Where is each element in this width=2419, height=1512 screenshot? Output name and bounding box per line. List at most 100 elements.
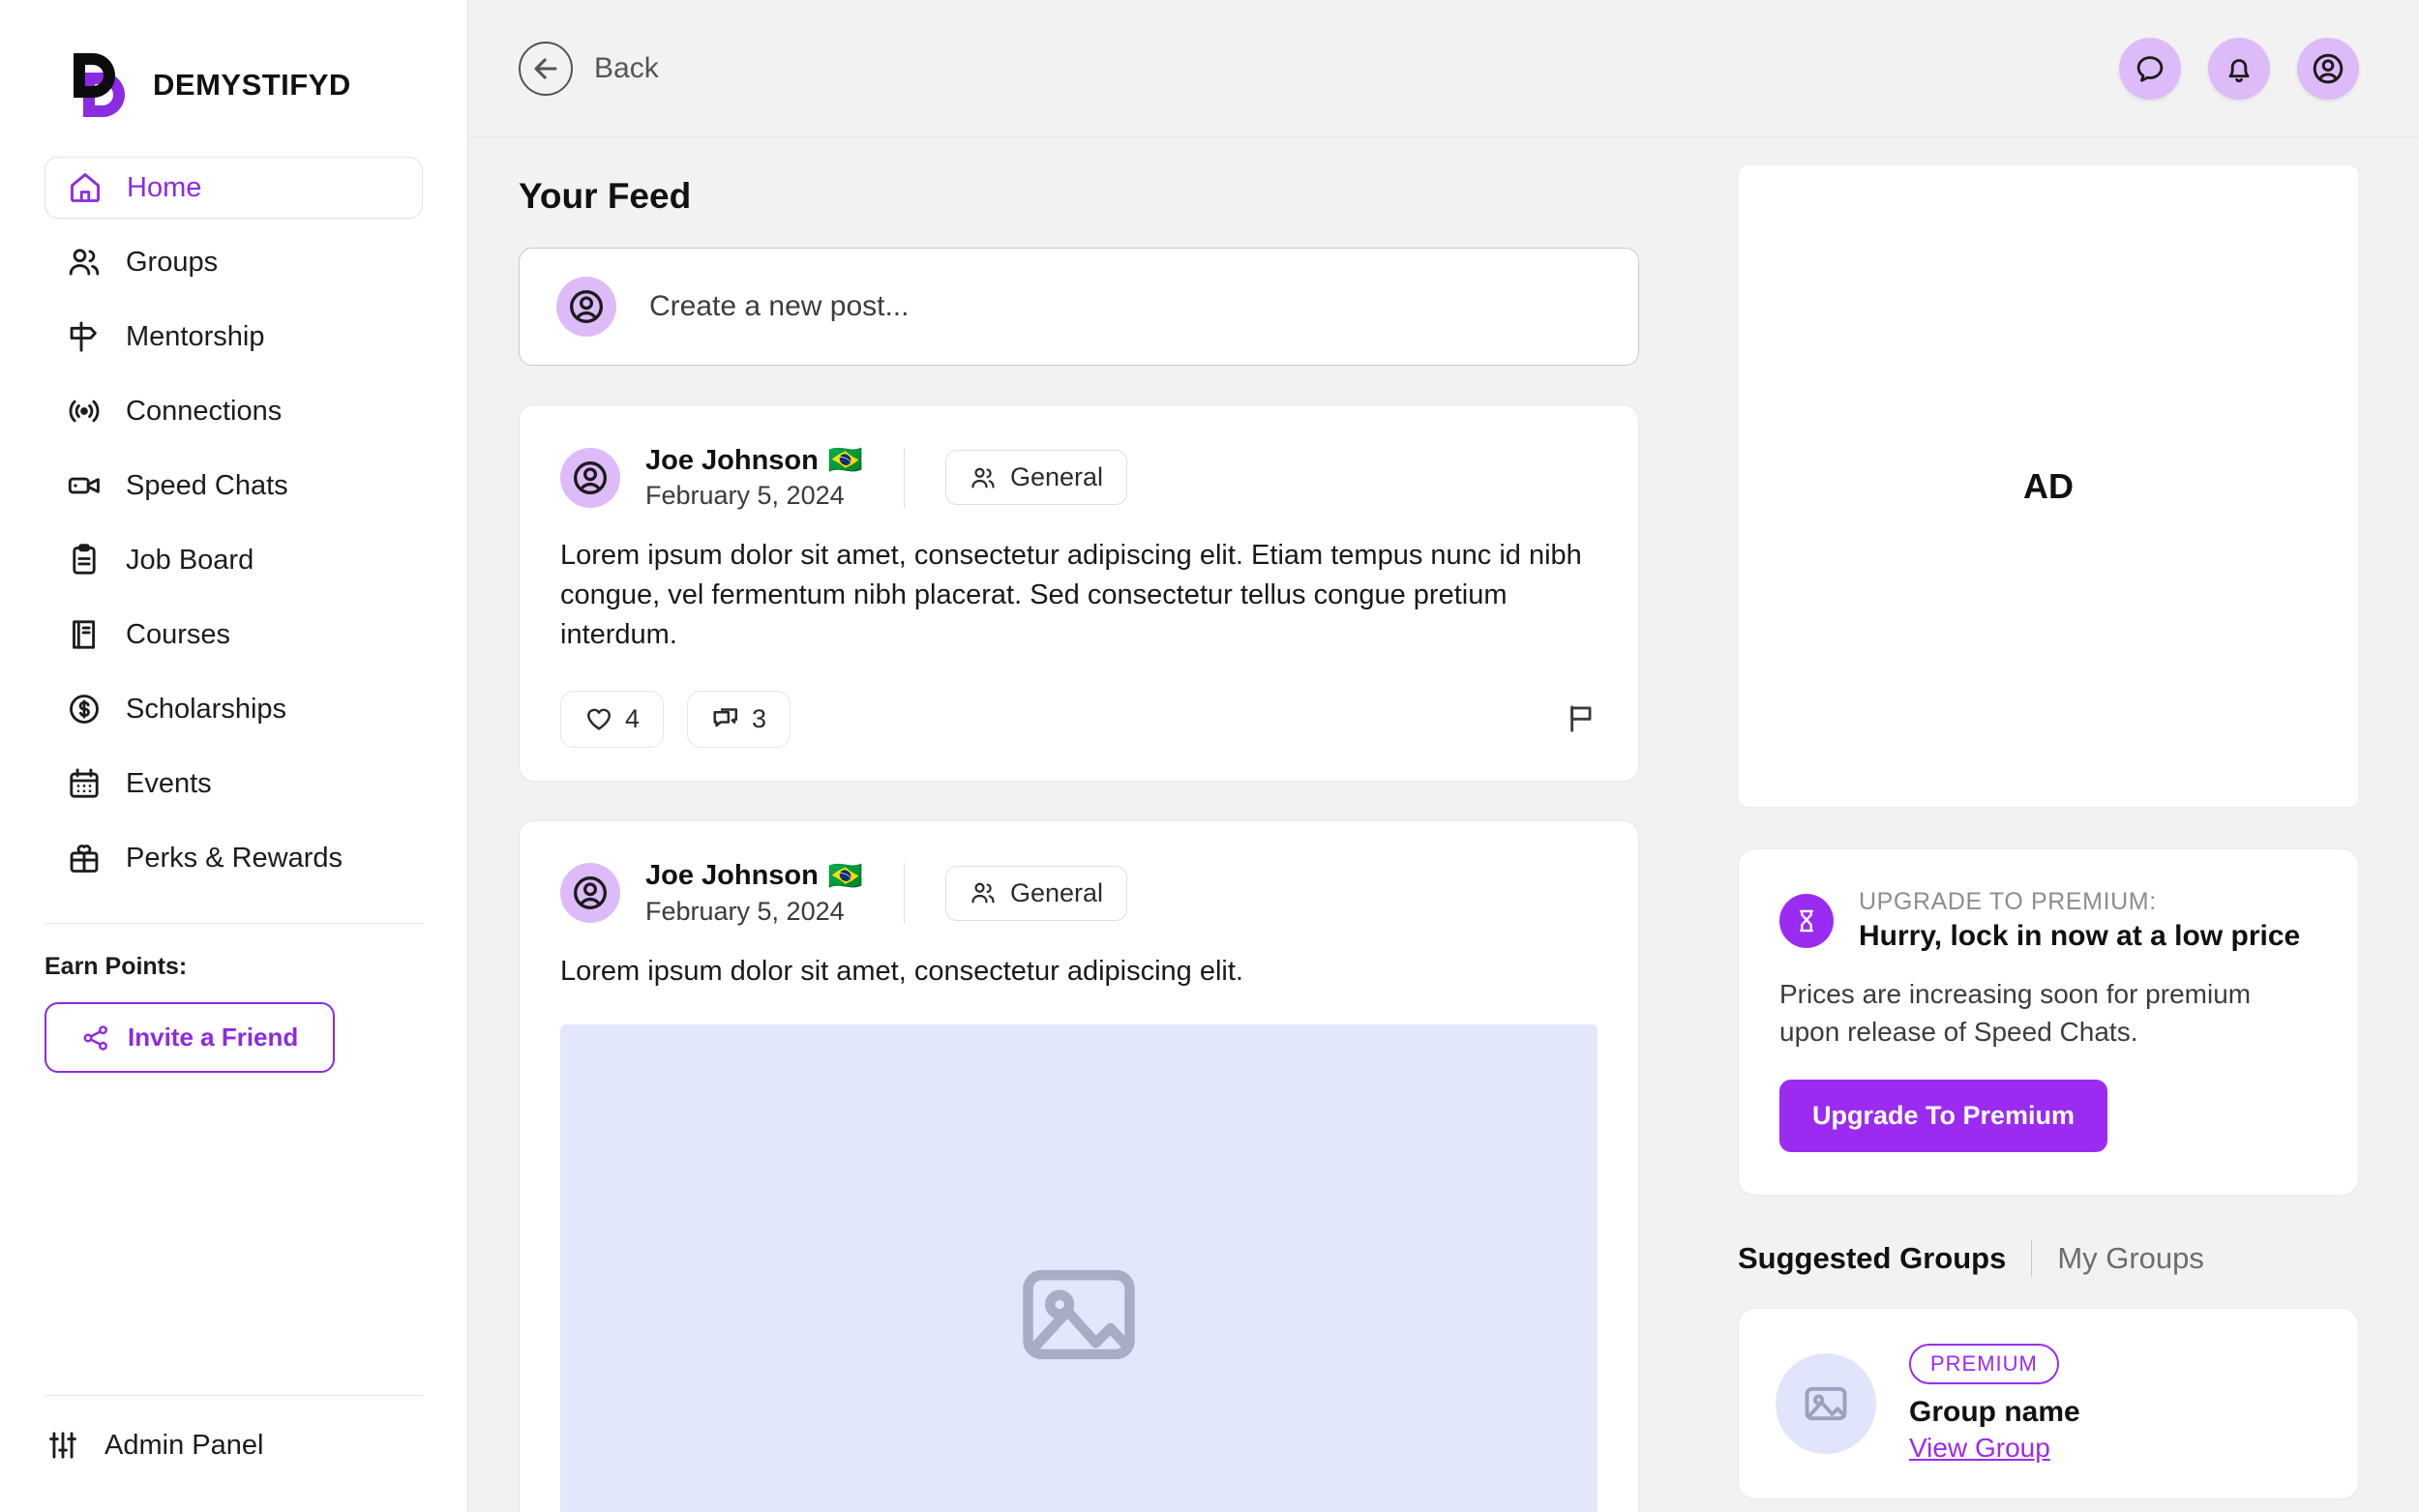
users-icon xyxy=(970,464,997,491)
post-author: Joe Johnson 🇧🇷 xyxy=(645,860,863,893)
post-category-label: General xyxy=(1009,877,1104,907)
post-header: Joe Johnson 🇧🇷 February 5, 2024 General xyxy=(560,860,1598,927)
sliders-icon xyxy=(46,1429,79,1462)
back-button[interactable]: Back xyxy=(519,41,659,96)
sidebar-item-events[interactable]: Events xyxy=(45,753,423,815)
sidebar-item-scholarships[interactable]: Scholarships xyxy=(45,678,423,740)
earn-points-section: Earn Points: Invite a Friend xyxy=(0,924,467,1073)
flag-icon xyxy=(1565,702,1598,735)
post-image[interactable] xyxy=(560,1023,1598,1512)
avatar xyxy=(560,447,620,508)
post-header: Joe Johnson 🇧🇷 February 5, 2024 General xyxy=(560,444,1598,511)
sidebar-item-label: Job Board xyxy=(126,544,254,576)
post-author-name: Joe Johnson xyxy=(645,860,819,892)
chat-bubble-icon xyxy=(2134,52,2166,85)
tab-my-groups[interactable]: My Groups xyxy=(2057,1241,2204,1276)
tab-suggested-groups[interactable]: Suggested Groups xyxy=(1738,1241,2006,1276)
sidebar-item-label: Perks & Rewards xyxy=(126,842,343,874)
create-post-input[interactable]: Create a new post... xyxy=(519,248,1639,366)
book-icon xyxy=(66,616,103,653)
sidebar-item-groups[interactable]: Groups xyxy=(45,231,423,293)
post-card: Joe Johnson 🇧🇷 February 5, 2024 General … xyxy=(519,404,1639,782)
sidebar-item-label: Events xyxy=(126,767,212,799)
report-button[interactable] xyxy=(1565,702,1598,735)
comment-button[interactable]: 3 xyxy=(687,690,791,748)
heart-icon xyxy=(584,704,613,733)
sidebar: DEMYSTIFYD Home Groups Mentorship Connec… xyxy=(0,0,468,1512)
video-camera-icon xyxy=(66,467,103,504)
brand[interactable]: DEMYSTIFYD xyxy=(0,39,467,132)
calendar-icon xyxy=(66,765,103,802)
topbar: Back xyxy=(468,0,2419,137)
post-category-label: General xyxy=(1009,462,1104,491)
sidebar-item-mentorship[interactable]: Mentorship xyxy=(45,306,423,368)
page-title: Your Feed xyxy=(519,176,692,216)
sidebar-item-home[interactable]: Home xyxy=(45,157,423,219)
signpost-icon xyxy=(66,318,103,355)
post-meta: Joe Johnson 🇧🇷 February 5, 2024 xyxy=(645,860,863,927)
hourglass-icon xyxy=(1779,893,1834,948)
feed-column: Your Feed Create a new post... Joe Johns… xyxy=(468,137,1697,1512)
post-author: Joe Johnson 🇧🇷 xyxy=(645,444,863,477)
image-placeholder-icon xyxy=(1776,1353,1876,1455)
post-card: Joe Johnson 🇧🇷 February 5, 2024 General … xyxy=(519,819,1639,1512)
dollar-circle-icon xyxy=(66,691,103,727)
create-post-placeholder: Create a new post... xyxy=(649,290,910,322)
sidebar-item-label: Courses xyxy=(126,618,230,650)
upgrade-to-premium-button[interactable]: Upgrade To Premium xyxy=(1779,1080,2108,1153)
view-group-link[interactable]: View Group xyxy=(1909,1433,2050,1464)
invite-a-friend-label: Invite a Friend xyxy=(128,1023,299,1052)
double-d-logo-icon xyxy=(70,45,139,125)
post-body: Lorem ipsum dolor sit amet, consectetur … xyxy=(560,955,1243,987)
users-icon xyxy=(970,879,997,906)
post-category-badge[interactable]: General xyxy=(944,865,1128,921)
back-label: Back xyxy=(594,51,659,84)
like-button[interactable]: 4 xyxy=(560,690,665,748)
sidebar-item-job-board[interactable]: Job Board xyxy=(45,529,423,591)
sidebar-item-perks-rewards[interactable]: Perks & Rewards xyxy=(45,827,423,889)
premium-promo-kicker: UPGRADE TO PREMIUM: xyxy=(1859,888,2157,915)
content-wrapper: Your Feed Create a new post... Joe Johns… xyxy=(468,137,2419,1512)
avatar xyxy=(556,277,616,337)
sidebar-item-speed-chats[interactable]: Speed Chats xyxy=(45,455,423,517)
sidebar-item-label: Mentorship xyxy=(126,320,265,352)
sidebar-item-connections[interactable]: Connections xyxy=(45,380,423,442)
sidebar-footer: Admin Panel xyxy=(0,1395,467,1512)
clipboard-icon xyxy=(66,542,103,578)
country-flag-icon: 🇧🇷 xyxy=(827,860,863,892)
right-rail: AD UPGRADE TO PREMIUM: Hurry, lock in no… xyxy=(1697,137,2419,1512)
groups-tabs: Suggested Groups My Groups xyxy=(1738,1240,2359,1278)
arrow-left-circle-icon xyxy=(519,41,573,96)
sidebar-item-courses[interactable]: Courses xyxy=(45,604,423,666)
notifications-button[interactable] xyxy=(2208,37,2270,100)
post-meta: Joe Johnson 🇧🇷 February 5, 2024 xyxy=(645,444,863,511)
messages-button[interactable] xyxy=(2119,37,2181,100)
brand-name: DEMYSTIFYD xyxy=(153,68,351,102)
avatar xyxy=(560,863,620,924)
bell-icon xyxy=(2223,52,2255,85)
image-placeholder-icon xyxy=(1011,1247,1147,1382)
user-circle-icon xyxy=(2311,51,2345,86)
country-flag-icon: 🇧🇷 xyxy=(827,445,863,476)
invite-a-friend-button[interactable]: Invite a Friend xyxy=(45,1002,336,1073)
post-divider xyxy=(903,863,905,924)
sidebar-item-label: Home xyxy=(127,171,202,203)
tab-divider xyxy=(2031,1240,2033,1278)
users-icon xyxy=(66,244,103,281)
app-root: DEMYSTIFYD Home Groups Mentorship Connec… xyxy=(0,0,2419,1512)
sidebar-item-label: Connections xyxy=(126,395,283,427)
sidebar-nav: Home Groups Mentorship Connections Speed… xyxy=(0,157,467,902)
post-body: Lorem ipsum dolor sit amet, consectetur … xyxy=(560,540,1582,651)
share-network-icon xyxy=(81,1023,110,1052)
ad-card[interactable]: AD xyxy=(1738,164,2359,808)
group-info: PREMIUM Group name View Group xyxy=(1909,1344,2080,1464)
profile-button[interactable] xyxy=(2297,37,2359,100)
post-author-name: Joe Johnson xyxy=(645,444,819,476)
post-category-badge[interactable]: General xyxy=(944,450,1128,505)
topbar-actions xyxy=(2119,37,2359,100)
premium-promo-body: Prices are increasing soon for premium u… xyxy=(1779,979,2252,1047)
post-date: February 5, 2024 xyxy=(645,896,845,926)
sidebar-item-admin-panel[interactable]: Admin Panel xyxy=(0,1396,467,1462)
group-card[interactable]: PREMIUM Group name View Group xyxy=(1738,1308,2359,1500)
comment-count: 3 xyxy=(752,703,767,733)
